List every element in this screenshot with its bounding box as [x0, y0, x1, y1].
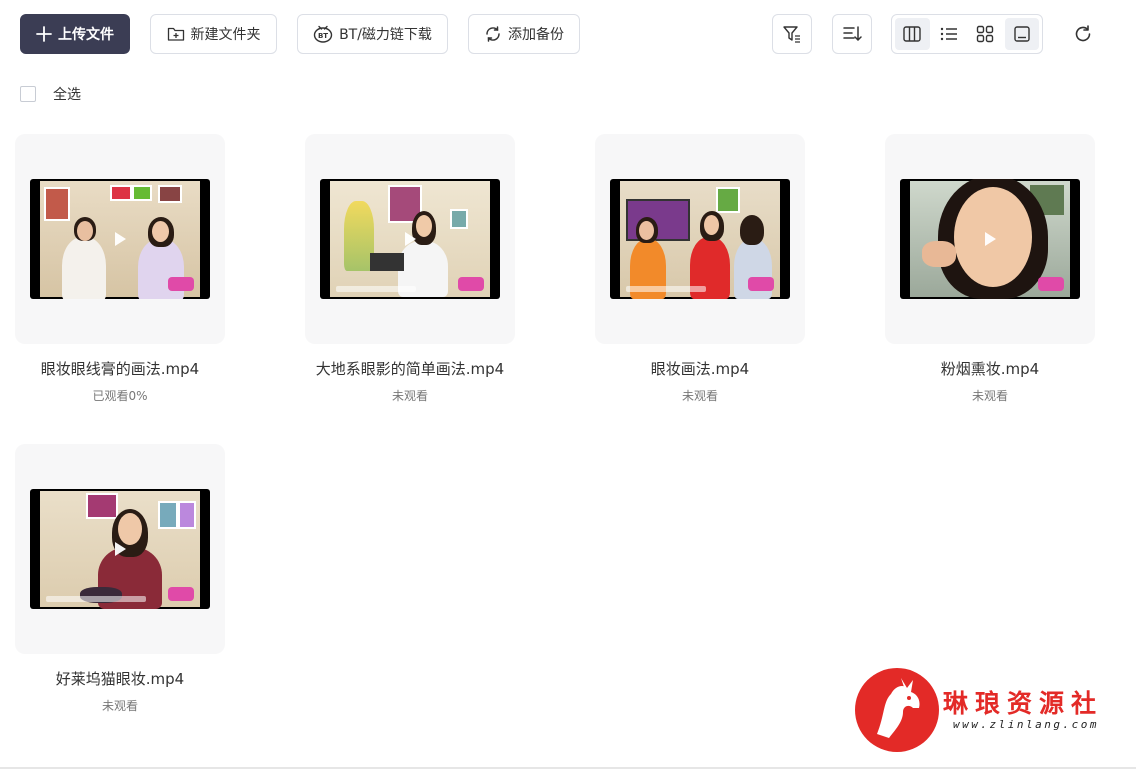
file-card[interactable]: 好莱坞猫眼妆.mp4 未观看 [15, 444, 225, 714]
file-name[interactable]: 粉烟熏妆.mp4 [885, 358, 1095, 379]
grid-icon [977, 25, 994, 43]
refresh-button[interactable] [1063, 14, 1103, 54]
view-grid-button[interactable] [968, 18, 1003, 50]
file-name[interactable]: 大地系眼影的简单画法.mp4 [305, 358, 515, 379]
watch-status: 未观看 [391, 389, 428, 403]
upload-button-label: 上传文件 [58, 27, 114, 43]
watch-status: 未观看 [101, 699, 138, 713]
svg-text:BT: BT [318, 32, 328, 40]
file-name[interactable]: 好莱坞猫眼妆.mp4 [15, 668, 225, 689]
folder-add-icon [167, 27, 184, 41]
watermark-url: www.zlinlang.com [953, 718, 1099, 731]
thumbnail-icon [1014, 26, 1030, 42]
select-all-checkbox[interactable] [20, 86, 36, 102]
select-all[interactable]: 全选 [20, 84, 81, 104]
refresh-icon [1075, 25, 1091, 42]
file-name[interactable]: 眼妆眼线膏的画法.mp4 [15, 358, 225, 379]
watch-status: 未观看 [971, 389, 1008, 403]
play-icon [405, 232, 416, 246]
file-thumbnail[interactable] [595, 134, 805, 344]
upload-button[interactable]: 上传文件 [20, 14, 130, 54]
file-thumbnail[interactable] [15, 444, 225, 654]
watch-status: 已观看0% [92, 389, 148, 403]
file-thumbnail[interactable] [885, 134, 1095, 344]
video-preview [30, 489, 210, 609]
file-card[interactable]: 粉烟熏妆.mp4 未观看 [885, 134, 1095, 404]
add-backup-button[interactable]: 添加备份 [468, 14, 580, 54]
play-icon [115, 542, 126, 556]
view-list-button[interactable] [932, 18, 967, 50]
new-folder-button[interactable]: 新建文件夹 [150, 14, 277, 54]
bt-download-button-label: BT/磁力链下载 [339, 27, 432, 43]
new-folder-button-label: 新建文件夹 [190, 27, 261, 43]
file-name[interactable]: 眼妆画法.mp4 [595, 358, 805, 379]
play-icon [985, 232, 996, 246]
view-columns-button[interactable] [895, 18, 930, 50]
file-thumbnail[interactable] [15, 134, 225, 344]
toolbar: 上传文件 新建文件夹 BT BT/磁力链下载 添加备份 [0, 0, 1136, 68]
watermark-logo: 琳琅资源社 www.zlinlang.com [855, 668, 1115, 754]
plus-icon [36, 26, 52, 42]
sync-icon [486, 26, 500, 42]
view-mode-group [891, 14, 1043, 54]
watermark-title: 琳琅资源社 [943, 689, 1104, 718]
file-thumbnail[interactable] [305, 134, 515, 344]
view-thumbnail-button[interactable] [1004, 18, 1039, 50]
video-preview [610, 179, 790, 299]
list-icon [940, 27, 957, 41]
video-preview [320, 179, 500, 299]
file-card[interactable]: 眼妆画法.mp4 未观看 [595, 134, 805, 404]
select-all-label: 全选 [53, 87, 81, 103]
bt-download-button[interactable]: BT BT/磁力链下载 [297, 14, 448, 54]
sort-button[interactable] [832, 14, 872, 54]
add-backup-button-label: 添加备份 [508, 27, 564, 43]
bt-icon: BT [313, 25, 333, 43]
filter-button[interactable] [772, 14, 812, 54]
filter-icon [783, 26, 800, 43]
video-preview [30, 179, 210, 299]
file-card[interactable]: 眼妆眼线膏的画法.mp4 已观看0% [15, 134, 225, 404]
file-card[interactable]: 大地系眼影的简单画法.mp4 未观看 [305, 134, 515, 404]
columns-icon [903, 26, 921, 42]
sort-icon [843, 26, 862, 42]
watch-status: 未观看 [681, 389, 718, 403]
video-preview [900, 179, 1080, 299]
play-icon [115, 232, 126, 246]
dragon-logo-icon [855, 668, 939, 752]
